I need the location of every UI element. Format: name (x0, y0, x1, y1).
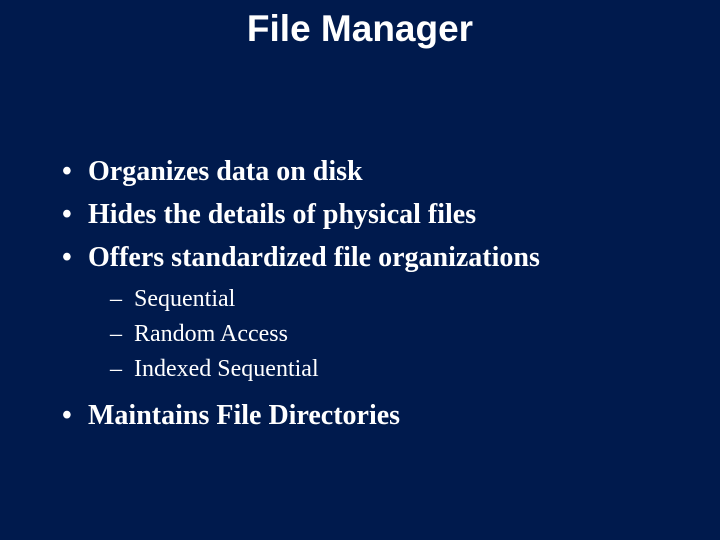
slide-body: Organizes data on disk Hides the details… (62, 154, 680, 441)
sub-bullet-item: Sequential (62, 283, 680, 316)
slide: File Manager Organizes data on disk Hide… (0, 0, 720, 540)
bullet-item: Hides the details of physical files (62, 197, 680, 234)
bullet-item: Offers standardized file organizations (62, 240, 680, 277)
slide-title: File Manager (0, 8, 720, 50)
bullet-item: Maintains File Directories (62, 398, 680, 435)
sub-bullet-item: Random Access (62, 318, 680, 351)
sub-bullet-item: Indexed Sequential (62, 353, 680, 386)
bullet-item: Organizes data on disk (62, 154, 680, 191)
